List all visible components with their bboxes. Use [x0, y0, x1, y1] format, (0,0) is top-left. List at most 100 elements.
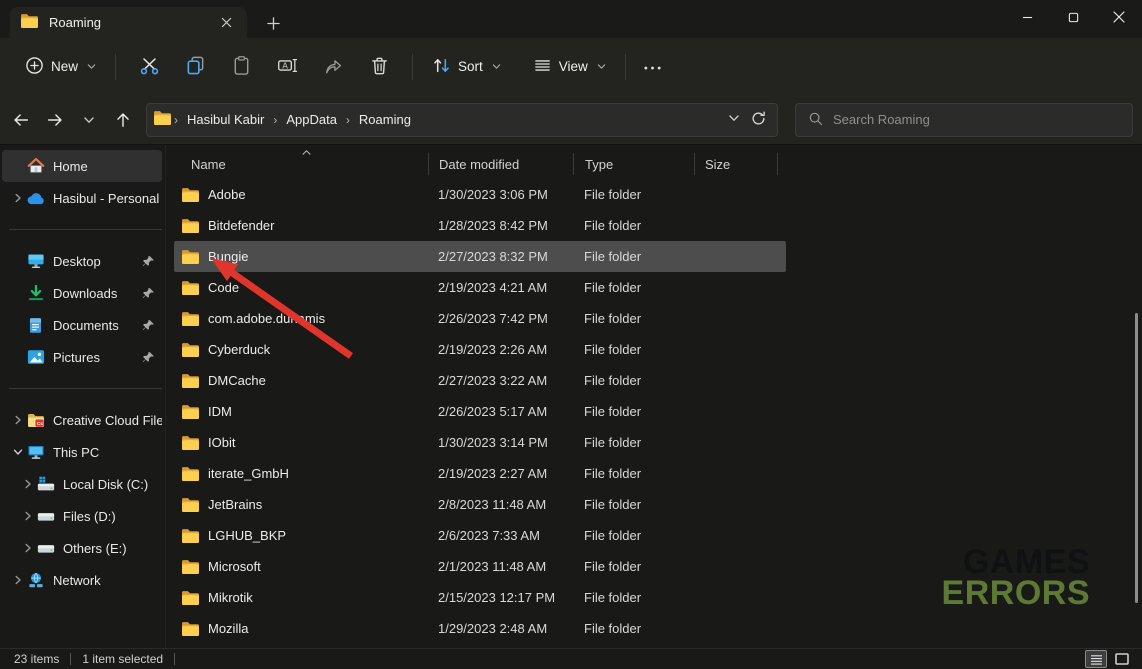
breadcrumb-separator-icon: ›: [344, 113, 352, 127]
file-name: Microsoft: [208, 559, 261, 574]
file-row-mikrotik[interactable]: Mikrotik2/15/2023 12:17 PMFile folder: [174, 582, 786, 613]
statusbar-divider: [174, 653, 175, 665]
chevron-right-icon[interactable]: [18, 543, 37, 553]
drive-icon: [37, 508, 63, 524]
sidebar-item-home[interactable]: Home: [2, 150, 162, 182]
file-row-code[interactable]: Code2/19/2023 4:21 AMFile folder: [174, 272, 786, 303]
file-row-idm[interactable]: IDM2/26/2023 5:17 AMFile folder: [174, 396, 786, 427]
chevron-right-icon[interactable]: [8, 575, 27, 585]
plus-circle-icon: [25, 56, 44, 78]
column-headers: Name Date modified Type Size: [174, 151, 786, 177]
sidebar-item-hasibul-personal[interactable]: Hasibul - Personal: [2, 182, 162, 214]
column-header-type[interactable]: Type: [573, 153, 694, 175]
copy-icon: [185, 55, 206, 79]
breadcrumb-separator-icon: ›: [271, 113, 279, 127]
file-type: File folder: [573, 280, 694, 295]
view-button[interactable]: View: [524, 50, 615, 84]
breadcrumb[interactable]: › Hasibul Kabir › AppData › Roaming: [146, 103, 778, 137]
file-name: IDM: [208, 404, 232, 419]
column-header-type-label: Type: [585, 157, 613, 172]
sidebar-item-network[interactable]: Network: [2, 564, 162, 596]
sort-button[interactable]: Sort: [423, 50, 510, 84]
file-date-modified: 1/28/2023 8:42 PM: [428, 218, 573, 233]
file-row-cyberduck[interactable]: Cyberduck2/19/2023 2:26 AMFile folder: [174, 334, 786, 365]
file-row-bungie[interactable]: Bungie2/27/2023 8:32 PMFile folder: [174, 241, 786, 272]
tab-title: Roaming: [49, 15, 215, 30]
recent-locations-button[interactable]: [72, 103, 106, 137]
new-tab-button[interactable]: [262, 12, 284, 34]
view-button-label: View: [559, 59, 588, 74]
more-options-button[interactable]: [636, 47, 670, 87]
sidebar-item-others-e[interactable]: Others (E:): [2, 532, 162, 564]
large-icons-view-button[interactable]: [1111, 650, 1133, 668]
vertical-scrollbar[interactable]: [1135, 313, 1138, 603]
sort-ascending-icon: [301, 144, 312, 159]
file-row-mozilla[interactable]: Mozilla1/29/2023 2:48 AMFile folder: [174, 613, 786, 644]
file-name: JetBrains: [208, 497, 262, 512]
paste-button[interactable]: [218, 47, 264, 87]
search-input[interactable]: Search Roaming: [795, 103, 1133, 137]
tab-bar: Roaming: [0, 0, 1142, 38]
file-date-modified: 2/27/2023 3:22 AM: [428, 373, 573, 388]
sidebar-item-this-pc[interactable]: This PC: [2, 436, 162, 468]
folder-icon: [181, 187, 200, 203]
file-row-lghub-bkp[interactable]: LGHUB_BKP2/6/2023 7:33 AMFile folder: [174, 520, 786, 551]
search-icon: [808, 111, 823, 129]
column-header-date-modified[interactable]: Date modified: [428, 153, 573, 175]
drive-icon: [37, 540, 63, 556]
file-row-adobe[interactable]: Adobe1/30/2023 3:06 PMFile folder: [174, 179, 786, 210]
desktop-icon: [27, 253, 53, 269]
file-row-microsoft[interactable]: Microsoft2/1/2023 11:48 AMFile folder: [174, 551, 786, 582]
maximize-button[interactable]: [1050, 0, 1096, 34]
file-name: Code: [208, 280, 239, 295]
delete-icon: [369, 55, 390, 79]
column-header-size[interactable]: Size: [694, 153, 778, 175]
sidebar-item-label: Desktop: [53, 254, 101, 269]
file-row-bitdefender[interactable]: Bitdefender1/28/2023 8:42 PMFile folder: [174, 210, 786, 241]
tab-roaming[interactable]: Roaming: [10, 7, 247, 38]
selection-count: 1 item selected: [82, 652, 163, 666]
chevron-right-icon[interactable]: [18, 511, 37, 521]
close-button[interactable]: [1096, 0, 1142, 34]
folder-icon: [181, 621, 200, 637]
breadcrumb-item-user[interactable]: Hasibul Kabir: [180, 109, 271, 130]
file-type: File folder: [573, 373, 694, 388]
copy-button[interactable]: [172, 47, 218, 87]
sidebar-item-pictures[interactable]: Pictures: [2, 341, 162, 373]
breadcrumb-item-appdata[interactable]: AppData: [279, 109, 344, 130]
back-button[interactable]: [4, 103, 38, 137]
sidebar-item-local-disk-c[interactable]: Local Disk (C:): [2, 468, 162, 500]
file-row-iterate-gmbh[interactable]: iterate_GmbH2/19/2023 2:27 AMFile folder: [174, 458, 786, 489]
refresh-icon[interactable]: [750, 110, 767, 130]
forward-button[interactable]: [38, 103, 72, 137]
chevron-right-icon[interactable]: [18, 479, 37, 489]
sidebar-item-creative-cloud-files[interactable]: CcCreative Cloud Files: [2, 404, 162, 436]
share-button[interactable]: [310, 47, 356, 87]
rename-button[interactable]: A: [264, 47, 310, 87]
delete-button[interactable]: [356, 47, 402, 87]
chevron-right-icon[interactable]: [8, 193, 27, 203]
cut-button[interactable]: [126, 47, 172, 87]
file-row-iobit[interactable]: IObit1/30/2023 3:14 PMFile folder: [174, 427, 786, 458]
column-header-name[interactable]: Name: [174, 153, 428, 175]
file-row-com-adobe-dunamis[interactable]: com.adobe.dunamis2/26/2023 7:42 PMFile f…: [174, 303, 786, 334]
breadcrumb-item-roaming[interactable]: Roaming: [352, 109, 418, 130]
file-date-modified: 2/19/2023 2:27 AM: [428, 466, 573, 481]
sidebar-item-desktop[interactable]: Desktop: [2, 245, 162, 277]
details-view-button[interactable]: [1085, 650, 1107, 668]
address-dropdown-icon[interactable]: [728, 112, 740, 127]
file-row-jetbrains[interactable]: JetBrains2/8/2023 11:48 AMFile folder: [174, 489, 786, 520]
chevron-down-icon[interactable]: [8, 447, 27, 457]
chevron-right-icon[interactable]: [8, 415, 27, 425]
file-row-dmcache[interactable]: DMCache2/27/2023 3:22 AMFile folder: [174, 365, 786, 396]
sidebar-item-label: Home: [53, 159, 88, 174]
tab-close-icon[interactable]: [215, 12, 237, 34]
sidebar-item-downloads[interactable]: Downloads: [2, 277, 162, 309]
file-type: File folder: [573, 311, 694, 326]
sidebar-item-documents[interactable]: Documents: [2, 309, 162, 341]
sidebar-item-files-d[interactable]: Files (D:): [2, 500, 162, 532]
up-button[interactable]: [106, 103, 140, 137]
new-button[interactable]: New: [16, 50, 105, 84]
pin-icon: [142, 255, 162, 268]
minimize-button[interactable]: [1004, 0, 1050, 34]
